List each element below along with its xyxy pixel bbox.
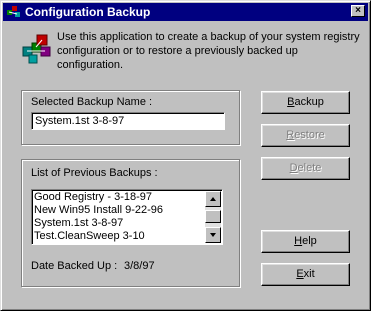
scroll-thumb[interactable]	[205, 210, 221, 223]
close-icon: ×	[355, 5, 361, 16]
date-backed-up-value: 3/8/97	[124, 260, 155, 272]
previous-backups-label: List of Previous Backups :	[31, 167, 158, 179]
intro-text: Use this application to create a backup …	[57, 31, 360, 71]
registry-cubes-icon	[22, 34, 51, 64]
arrow-down-icon	[210, 233, 216, 237]
backup-button[interactable]: Backup	[261, 91, 350, 114]
list-item[interactable]: System.1st 3-8-97	[34, 217, 206, 230]
title-bar[interactable]: Configuration Backup ×	[3, 3, 368, 21]
date-backed-up-label: Date Backed Up :	[31, 260, 118, 272]
restore-button[interactable]: Restore	[261, 124, 350, 147]
delete-button[interactable]: Delete	[261, 157, 350, 180]
scroll-up-button[interactable]	[205, 191, 221, 207]
list-item[interactable]: Good Registry - 3-18-97	[34, 191, 206, 204]
scroll-down-button[interactable]	[205, 227, 221, 243]
list-item[interactable]: Test.CleanSweep 3-10	[34, 230, 206, 243]
backup-name-label: Selected Backup Name :	[31, 96, 153, 108]
arrow-up-icon	[210, 197, 216, 201]
exit-button[interactable]: Exit	[261, 263, 350, 286]
backup-name-input[interactable]	[31, 112, 225, 130]
window-title: Configuration Backup	[25, 5, 151, 19]
app-icon	[7, 6, 20, 17]
list-item[interactable]: New Win95 Install 9-22-96	[34, 204, 206, 217]
previous-backups-list[interactable]: Good Registry - 3-18-97 New Win95 Instal…	[31, 189, 223, 245]
close-button[interactable]: ×	[351, 5, 365, 17]
configuration-backup-window: Configuration Backup × Use this applicat…	[0, 0, 371, 311]
list-scrollbar[interactable]	[205, 191, 221, 243]
help-button[interactable]: Help	[261, 230, 350, 253]
